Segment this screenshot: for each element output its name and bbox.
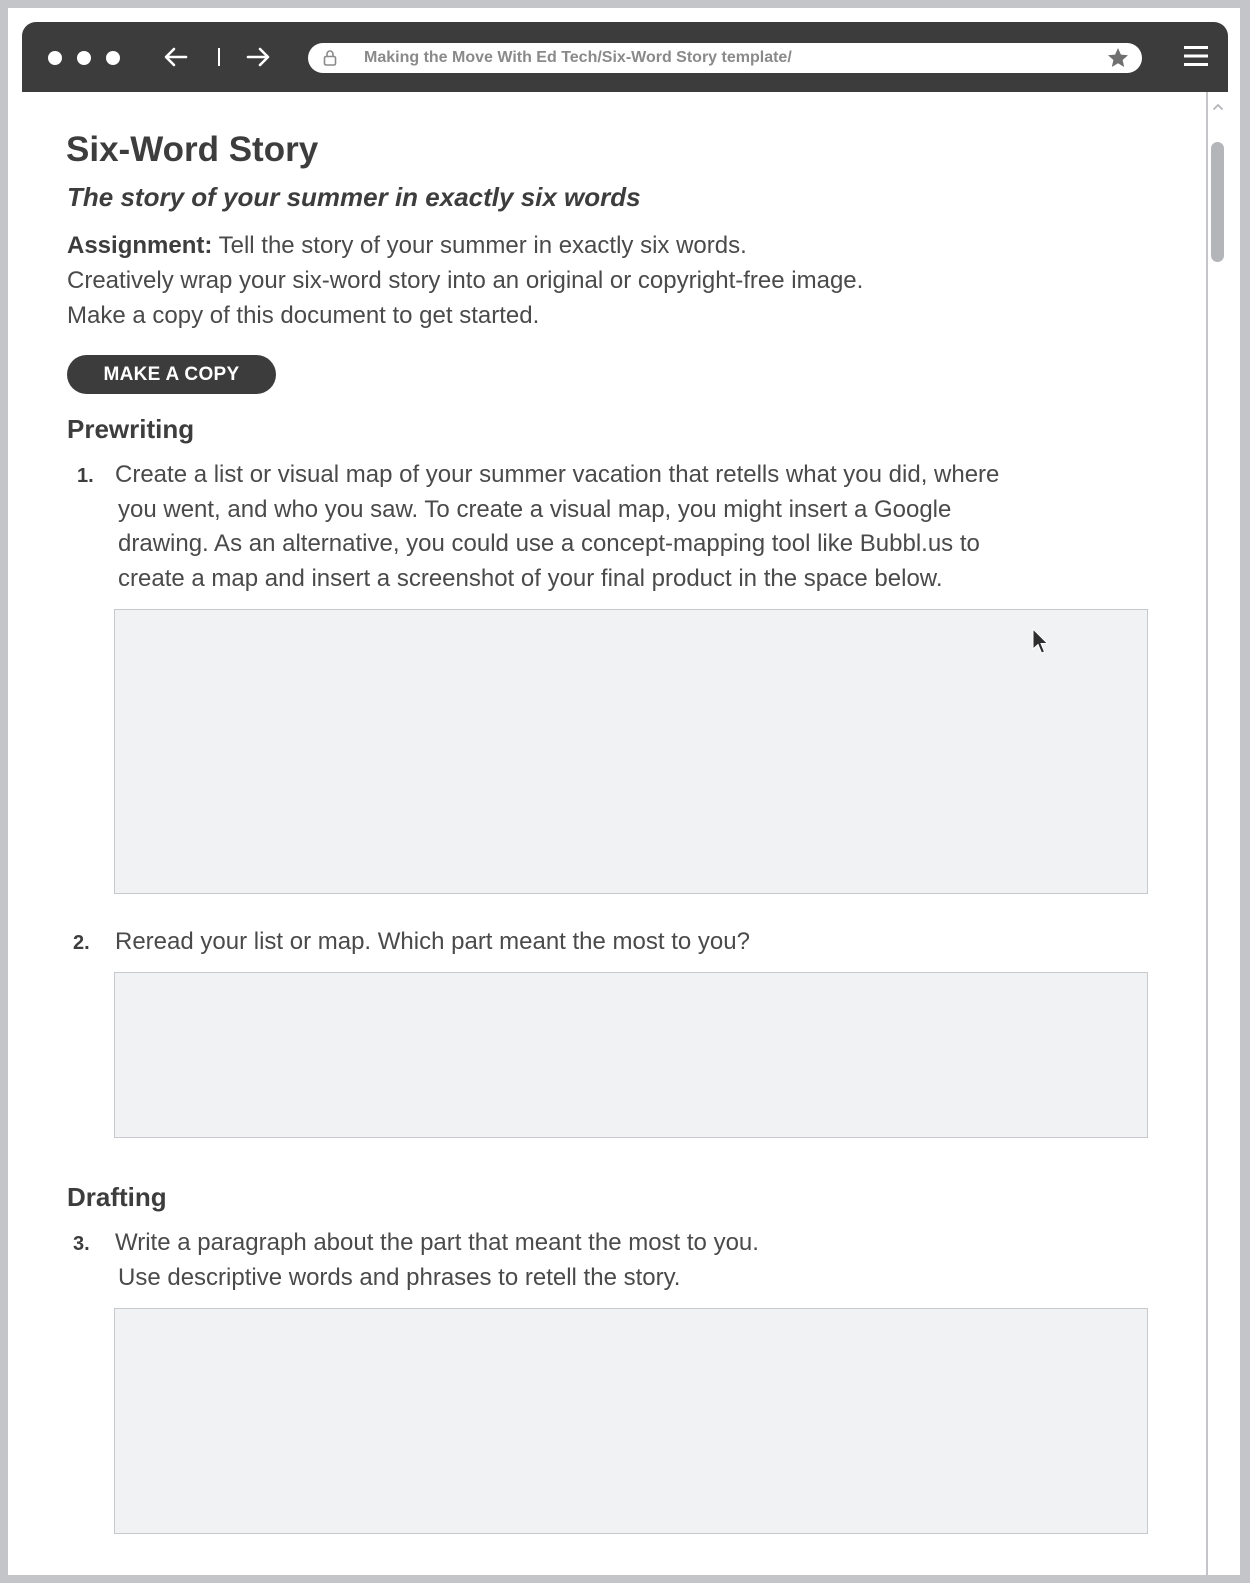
assignment-line: Creatively wrap your six-word story into… (67, 267, 864, 294)
chevron-up-icon[interactable] (1212, 102, 1224, 112)
make-a-copy-button[interactable]: MAKE A COPY (67, 355, 276, 394)
item-number: 1. (77, 465, 94, 487)
browser-toolbar: Making the Move With Ed Tech/Six-Word St… (22, 22, 1228, 92)
assignment-line: Assignment: Tell the story of your summe… (67, 232, 747, 259)
forward-button[interactable] (240, 39, 276, 75)
section-heading-drafting: Drafting (67, 1182, 167, 1212)
assignment-text: Assignment: Tell the story of your summe… (67, 228, 863, 333)
assignment-label: Assignment: (67, 232, 213, 259)
answer-box-3[interactable] (114, 1308, 1148, 1534)
hamburger-menu-icon[interactable] (1184, 45, 1208, 67)
window-maximize-dot[interactable] (106, 51, 120, 65)
window-minimize-dot[interactable] (77, 51, 91, 65)
window-close-dot[interactable] (48, 51, 62, 65)
item-prompt: Write a paragraph about the part that me… (115, 1229, 759, 1291)
mouse-pointer-icon (1032, 628, 1049, 654)
vertical-scrollbar[interactable] (1206, 92, 1228, 1575)
address-bar[interactable]: Making the Move With Ed Tech/Six-Word St… (308, 43, 1142, 73)
back-button[interactable] (158, 39, 194, 75)
browser-window: Making the Move With Ed Tech/Six-Word St… (8, 8, 1240, 1575)
item-prompt: Create a list or visual map of your summ… (115, 461, 1000, 592)
document-page: Six-Word Story The story of your summer … (22, 92, 1206, 1575)
item-number: 3. (73, 1233, 90, 1255)
answer-box-2[interactable] (114, 972, 1148, 1138)
arrow-left-icon (164, 47, 188, 67)
scrollbar-thumb[interactable] (1211, 142, 1224, 262)
url-text: Making the Move With Ed Tech/Six-Word St… (364, 49, 792, 66)
star-icon[interactable] (1106, 46, 1130, 70)
page-title: Six-Word Story (66, 130, 319, 169)
nav-separator (218, 48, 220, 66)
item-number: 2. (73, 932, 90, 954)
answer-box-1[interactable] (114, 609, 1148, 894)
arrow-right-icon (246, 47, 270, 67)
item-prompt: Reread your list or map. Which part mean… (115, 928, 750, 955)
assignment-line: Make a copy of this document to get star… (67, 302, 540, 329)
page-subtitle: The story of your summer in exactly six … (67, 182, 641, 212)
lock-icon (323, 50, 337, 66)
section-heading-prewriting: Prewriting (67, 414, 195, 444)
